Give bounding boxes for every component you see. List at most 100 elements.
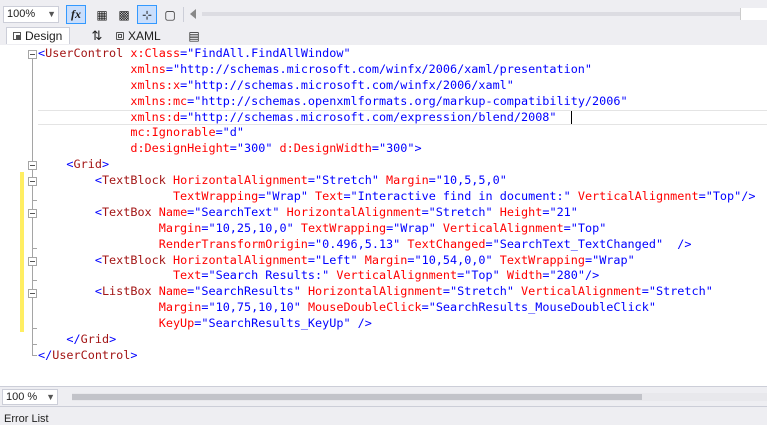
code-area[interactable]: < UserControl x:Class =" FindAll.FindAllWin…: [38, 46, 767, 364]
code-token: Stretch: [457, 284, 507, 299]
snap-lines-button[interactable]: ⊹: [137, 5, 157, 24]
code-token: >: [109, 332, 117, 347]
code-token: =": [194, 316, 209, 331]
code-token: ">: [407, 141, 422, 156]
code-line[interactable]: Text="Search Results:" VerticalAlignment…: [38, 268, 767, 284]
code-line[interactable]: xmlns="http://schemas.microsoft.com/winf…: [38, 62, 767, 78]
code-token: HorizontalAlignment: [300, 284, 443, 299]
code-line[interactable]: </Grid>: [38, 332, 767, 348]
popup-pane-button[interactable]: ▤: [186, 27, 202, 44]
code-token: Margin: [158, 220, 202, 235]
code-token: xmlns:d: [130, 109, 181, 124]
code-token: HorizontalAlignment: [279, 204, 422, 219]
code-token: d:DesignWidth: [272, 141, 372, 156]
code-token: </: [66, 332, 81, 347]
error-list-tab[interactable]: Error List: [4, 413, 49, 425]
code-line[interactable]: xmlns:x="http://schemas.microsoft.com/wi…: [38, 78, 767, 94]
code-token: xmlns:x: [130, 77, 181, 92]
code-token: VerticalAlignment: [329, 268, 458, 283]
tab-design[interactable]: Design: [6, 27, 70, 44]
formula-button[interactable]: fx: [66, 5, 86, 24]
outline-end-tick: [32, 248, 37, 249]
code-token: Left: [322, 252, 351, 267]
code-line[interactable]: TextWrapping="Wrap" Text="Interactive fi…: [38, 189, 767, 205]
code-line[interactable]: Margin="10,25,10,0" TextWrapping="Wrap" …: [38, 221, 767, 237]
horizontal-scrollbar[interactable]: [72, 393, 767, 401]
code-token: ": [648, 300, 656, 315]
code-token: =": [201, 268, 216, 283]
code-token: TextWrapping: [492, 252, 585, 267]
error-list-panel: Error List: [0, 406, 767, 425]
code-token: ": [620, 93, 628, 108]
code-token: ": [428, 220, 436, 235]
code-token: http://schemas.microsoft.com/expression/…: [194, 109, 550, 124]
code-token: UserControl: [45, 46, 124, 60]
design-pane-scrollbar[interactable]: [202, 8, 767, 20]
code-token: >: [130, 347, 138, 362]
code-token: =": [187, 93, 202, 108]
code-line[interactable]: <UserControl x:Class="FindAll.FindAllWin…: [38, 46, 767, 62]
code-token: " />: [343, 316, 372, 331]
collapse-icon[interactable]: [28, 209, 37, 218]
snap-grid-button[interactable]: ▩: [114, 5, 134, 24]
code-token: Text: [307, 189, 344, 204]
xaml-editor[interactable]: < UserControl x:Class =" FindAll.FindAllWin…: [0, 45, 767, 386]
code-line[interactable]: xmlns:mc="http://schemas.openxmlformats.…: [38, 94, 767, 110]
collapse-icon[interactable]: [28, 289, 37, 298]
code-token: 300: [386, 141, 408, 156]
code-line[interactable]: xmlns:d="http://schemas.microsoft.com/ex…: [38, 109, 767, 126]
code-line[interactable]: <TextBlock HorizontalAlignment="Left" Ma…: [38, 253, 767, 269]
zoom-dropdown[interactable]: 100% ▼: [3, 6, 59, 23]
changed-lines-marker: [20, 172, 24, 332]
code-token: =": [258, 189, 273, 204]
code-line[interactable]: RenderTransformOrigin="0.496,5.13" TextC…: [38, 237, 767, 253]
code-token: Search Results:: [215, 268, 323, 283]
annotation-button[interactable]: ▢: [160, 5, 180, 24]
code-line[interactable]: KeyUp="SearchResults_KeyUp" />: [38, 316, 767, 332]
outline-end-tick: [32, 200, 37, 201]
annotation-icon: ▢: [164, 7, 176, 22]
collapse-icon[interactable]: [28, 50, 37, 59]
tab-xaml-label: XAML: [128, 28, 161, 43]
code-token: 300: [244, 141, 266, 156]
code-token: =": [180, 46, 195, 60]
code-token: ": [293, 284, 301, 299]
code-token: TextWrapping: [172, 189, 259, 204]
code-line[interactable]: mc:Ignorable="d": [38, 125, 767, 141]
chevron-down-icon: ▼: [47, 9, 56, 19]
code-token: KeyUp: [158, 316, 195, 331]
code-line[interactable]: <TextBox Name="SearchText" HorizontalAli…: [38, 205, 767, 221]
code-token: =": [187, 204, 202, 219]
collapse-icon[interactable]: [28, 257, 37, 266]
scroll-thumb[interactable]: [72, 394, 642, 400]
code-line[interactable]: Margin="10,75,10,10" MouseDoubleClick="S…: [38, 300, 767, 316]
editor-zoom-dropdown[interactable]: 100 % ▼: [2, 389, 58, 405]
code-token: ": [506, 77, 514, 92]
collapse-icon[interactable]: [28, 161, 37, 170]
tab-xaml[interactable]: XAML: [116, 27, 180, 44]
collapse-icon[interactable]: [28, 177, 37, 186]
code-token: 280: [556, 268, 578, 283]
code-line[interactable]: d:DesignHeight="300" d:DesignWidth="300"…: [38, 141, 767, 157]
code-token: =": [229, 141, 244, 156]
code-token: ": [705, 284, 713, 299]
code-line[interactable]: <ListBox Name="SearchResults" Horizontal…: [38, 284, 767, 300]
chevron-down-icon: ▼: [46, 392, 55, 402]
swap-panes-button[interactable]: ⇅: [88, 27, 106, 44]
code-line[interactable]: <TextBlock HorizontalAlignment="Stretch"…: [38, 173, 767, 189]
code-line[interactable]: </UserControl>: [38, 348, 767, 364]
code-token: VerticalAlignment: [513, 284, 642, 299]
code-token: Width: [499, 268, 543, 283]
code-line[interactable]: <Grid>: [38, 157, 767, 173]
grid-button[interactable]: ▦: [92, 5, 112, 24]
scroll-thumb[interactable]: [740, 8, 767, 20]
code-token: 0.496,5.13: [322, 236, 394, 251]
code-token: ": [371, 173, 379, 188]
collapse-left-icon[interactable]: [190, 9, 196, 19]
text-caret: [570, 110, 572, 124]
